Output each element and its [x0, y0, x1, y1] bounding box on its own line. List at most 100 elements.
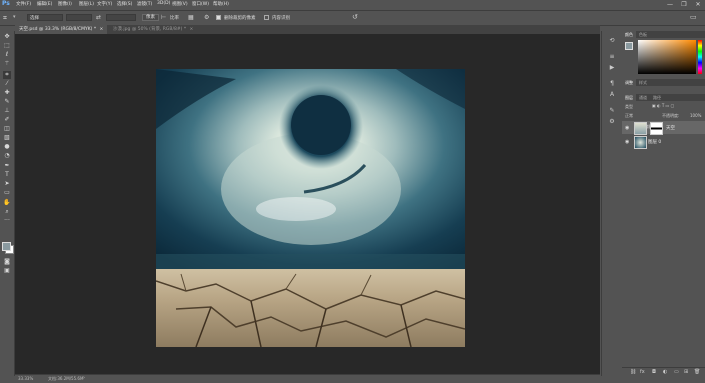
- character-icon[interactable]: A: [608, 91, 616, 99]
- menu-window[interactable]: 窗口(W): [192, 1, 209, 7]
- grid-overlay-icon[interactable]: ▦: [188, 14, 194, 21]
- lasso-tool-icon[interactable]: ℓ: [3, 51, 11, 59]
- kind-label[interactable]: 类型: [625, 104, 633, 110]
- crop-tool-icon[interactable]: ⌗: [3, 71, 11, 79]
- crop-tool-icon[interactable]: ⌗: [3, 14, 11, 22]
- menu-layer[interactable]: 图层(L): [79, 1, 94, 7]
- layer-row-layer0[interactable]: ◉ 图层 0: [622, 135, 705, 149]
- add-mask-icon[interactable]: ◘: [652, 369, 656, 375]
- menu-help[interactable]: 帮助(H): [213, 1, 229, 7]
- tab-paths[interactable]: 路径: [650, 94, 664, 101]
- minimize-button[interactable]: —: [663, 0, 677, 9]
- healing-tool-icon[interactable]: ✚: [3, 89, 11, 97]
- layer-mask-thumbnail[interactable]: [650, 122, 663, 135]
- color-picker-field[interactable]: [638, 40, 696, 74]
- workspace-icon[interactable]: ▭: [690, 13, 697, 21]
- screen-mode-icon[interactable]: ▣: [3, 267, 11, 275]
- magic-wand-tool-icon[interactable]: ⚚: [3, 60, 11, 68]
- hand-tool-icon[interactable]: ✋: [3, 199, 11, 207]
- document-size: 文档:36.2M/55.6M: [48, 376, 84, 381]
- layer-filter-row: 类型 ▣ ◐ T ▭ ▢: [622, 102, 705, 111]
- ratio-select[interactable]: 选择: [27, 14, 63, 21]
- path-select-tool-icon[interactable]: ➤: [3, 180, 11, 188]
- straighten-label[interactable]: 比率: [170, 15, 179, 21]
- menu-edit[interactable]: 编辑(E): [37, 1, 52, 7]
- tab-color[interactable]: 颜色: [622, 31, 636, 38]
- opacity-value[interactable]: 100%: [690, 113, 701, 118]
- shape-tool-icon[interactable]: ▭: [3, 189, 11, 197]
- maximize-button[interactable]: ❐: [677, 0, 691, 9]
- group-icon[interactable]: ▭: [674, 369, 679, 375]
- straighten-icon[interactable]: ⊢: [161, 14, 166, 21]
- hue-slider[interactable]: [698, 40, 702, 74]
- width-field[interactable]: [66, 14, 92, 21]
- status-arrow-icon[interactable]: ›: [83, 375, 85, 381]
- marquee-tool-icon[interactable]: ⬚: [3, 42, 11, 50]
- artwork-image: [156, 69, 465, 347]
- canvas-area[interactable]: [15, 34, 600, 374]
- more-tool-icon[interactable]: ···: [3, 217, 11, 225]
- menu-filter[interactable]: 滤镜(T): [137, 1, 152, 7]
- gear-icon[interactable]: ⚙: [204, 14, 209, 21]
- clone-source-icon[interactable]: ⚙: [608, 118, 616, 126]
- tab-styles[interactable]: 样式: [636, 79, 650, 86]
- tab-close-icon[interactable]: ×: [190, 27, 194, 32]
- menu-type[interactable]: 文字(Y): [97, 1, 112, 7]
- document-artwork[interactable]: [156, 69, 465, 347]
- filter-icons[interactable]: ▣ ◐ T ▭ ▢: [652, 103, 674, 108]
- menu-file[interactable]: 文件(F): [16, 1, 31, 7]
- pen-tool-icon[interactable]: ✒: [3, 162, 11, 170]
- eraser-tool-icon[interactable]: ◫: [3, 125, 11, 133]
- move-tool-icon[interactable]: ✥: [3, 33, 11, 41]
- visibility-eye-icon[interactable]: ◉: [625, 139, 629, 145]
- brush-tool-icon[interactable]: ✎: [3, 98, 11, 106]
- stamp-tool-icon[interactable]: ⊥: [3, 107, 11, 115]
- swap-icon[interactable]: ⇄: [96, 14, 101, 21]
- eyedropper-tool-icon[interactable]: ⁄: [3, 80, 11, 88]
- zoom-tool-icon[interactable]: ⌕: [3, 208, 11, 216]
- app-logo: Ps: [2, 0, 10, 7]
- delete-cropped-checkbox[interactable]: [216, 15, 221, 20]
- tab-document-1[interactable]: 天空.psd @ 33.3% (RGB/8/CMYK) * ×: [15, 25, 107, 34]
- tab-document-2[interactable]: 沙漠.jpg @ 50% (背景, RGB/8#) * ×: [109, 25, 209, 34]
- link-layers-icon[interactable]: ⛓: [630, 369, 636, 375]
- foreground-color-swatch[interactable]: [2, 242, 11, 251]
- blend-mode-select[interactable]: 正常: [625, 113, 633, 119]
- menu-3d[interactable]: 3D(D): [157, 1, 170, 6]
- tab-channels[interactable]: 通道: [636, 94, 650, 101]
- height-field[interactable]: [106, 14, 136, 21]
- actions-icon[interactable]: ▶: [608, 64, 616, 72]
- paragraph-icon[interactable]: ¶: [608, 80, 616, 88]
- adjust-empty-area: [622, 87, 705, 93]
- menu-view[interactable]: 视图(V): [172, 1, 188, 7]
- reset-icon[interactable]: ↺: [352, 13, 358, 21]
- clear-button[interactable]: 像素: [142, 14, 159, 21]
- menu-image[interactable]: 图像(I): [58, 1, 72, 7]
- visibility-eye-icon[interactable]: ◉: [625, 125, 629, 131]
- brush-icon[interactable]: ✎: [608, 107, 616, 115]
- blur-tool-icon[interactable]: ●: [3, 143, 11, 151]
- fx-icon[interactable]: fx: [640, 369, 645, 375]
- history-brush-tool-icon[interactable]: ✐: [3, 116, 11, 124]
- zoom-level[interactable]: 33.33%: [18, 376, 33, 381]
- tab-layers[interactable]: 图层: [622, 94, 636, 101]
- history-icon[interactable]: ⟲: [608, 37, 616, 45]
- chevron-down-icon[interactable]: ▾: [13, 14, 16, 20]
- close-button[interactable]: ✕: [691, 0, 705, 9]
- menu-select[interactable]: 选择(S): [117, 1, 132, 7]
- dodge-tool-icon[interactable]: ◔: [3, 152, 11, 160]
- adjustment-layer-icon[interactable]: ◐: [663, 369, 667, 375]
- tab-adjustments[interactable]: 调整: [622, 79, 636, 86]
- fg-color-chip[interactable]: [625, 42, 633, 50]
- gradient-tool-icon[interactable]: ▧: [3, 134, 11, 142]
- tab-swatches[interactable]: 色板: [636, 31, 650, 38]
- content-aware-checkbox[interactable]: [264, 15, 269, 20]
- type-tool-icon[interactable]: T: [3, 171, 11, 179]
- tab-close-icon[interactable]: ×: [100, 27, 104, 32]
- new-layer-icon[interactable]: ⊞: [684, 369, 688, 375]
- quick-mask-icon[interactable]: ◙: [3, 258, 11, 266]
- layer-row-sky[interactable]: ◉ ⛓ 天空: [622, 121, 705, 135]
- properties-icon[interactable]: ≡: [608, 53, 616, 61]
- toolbar: ✥ ⬚ ℓ ⚚ ⌗ ⁄ ✚ ✎ ⊥ ✐ ◫ ▧ ● ◔ ✒ T ➤ ▭ ✋ ⌕ …: [0, 31, 15, 376]
- trash-icon[interactable]: 🗑: [694, 369, 700, 375]
